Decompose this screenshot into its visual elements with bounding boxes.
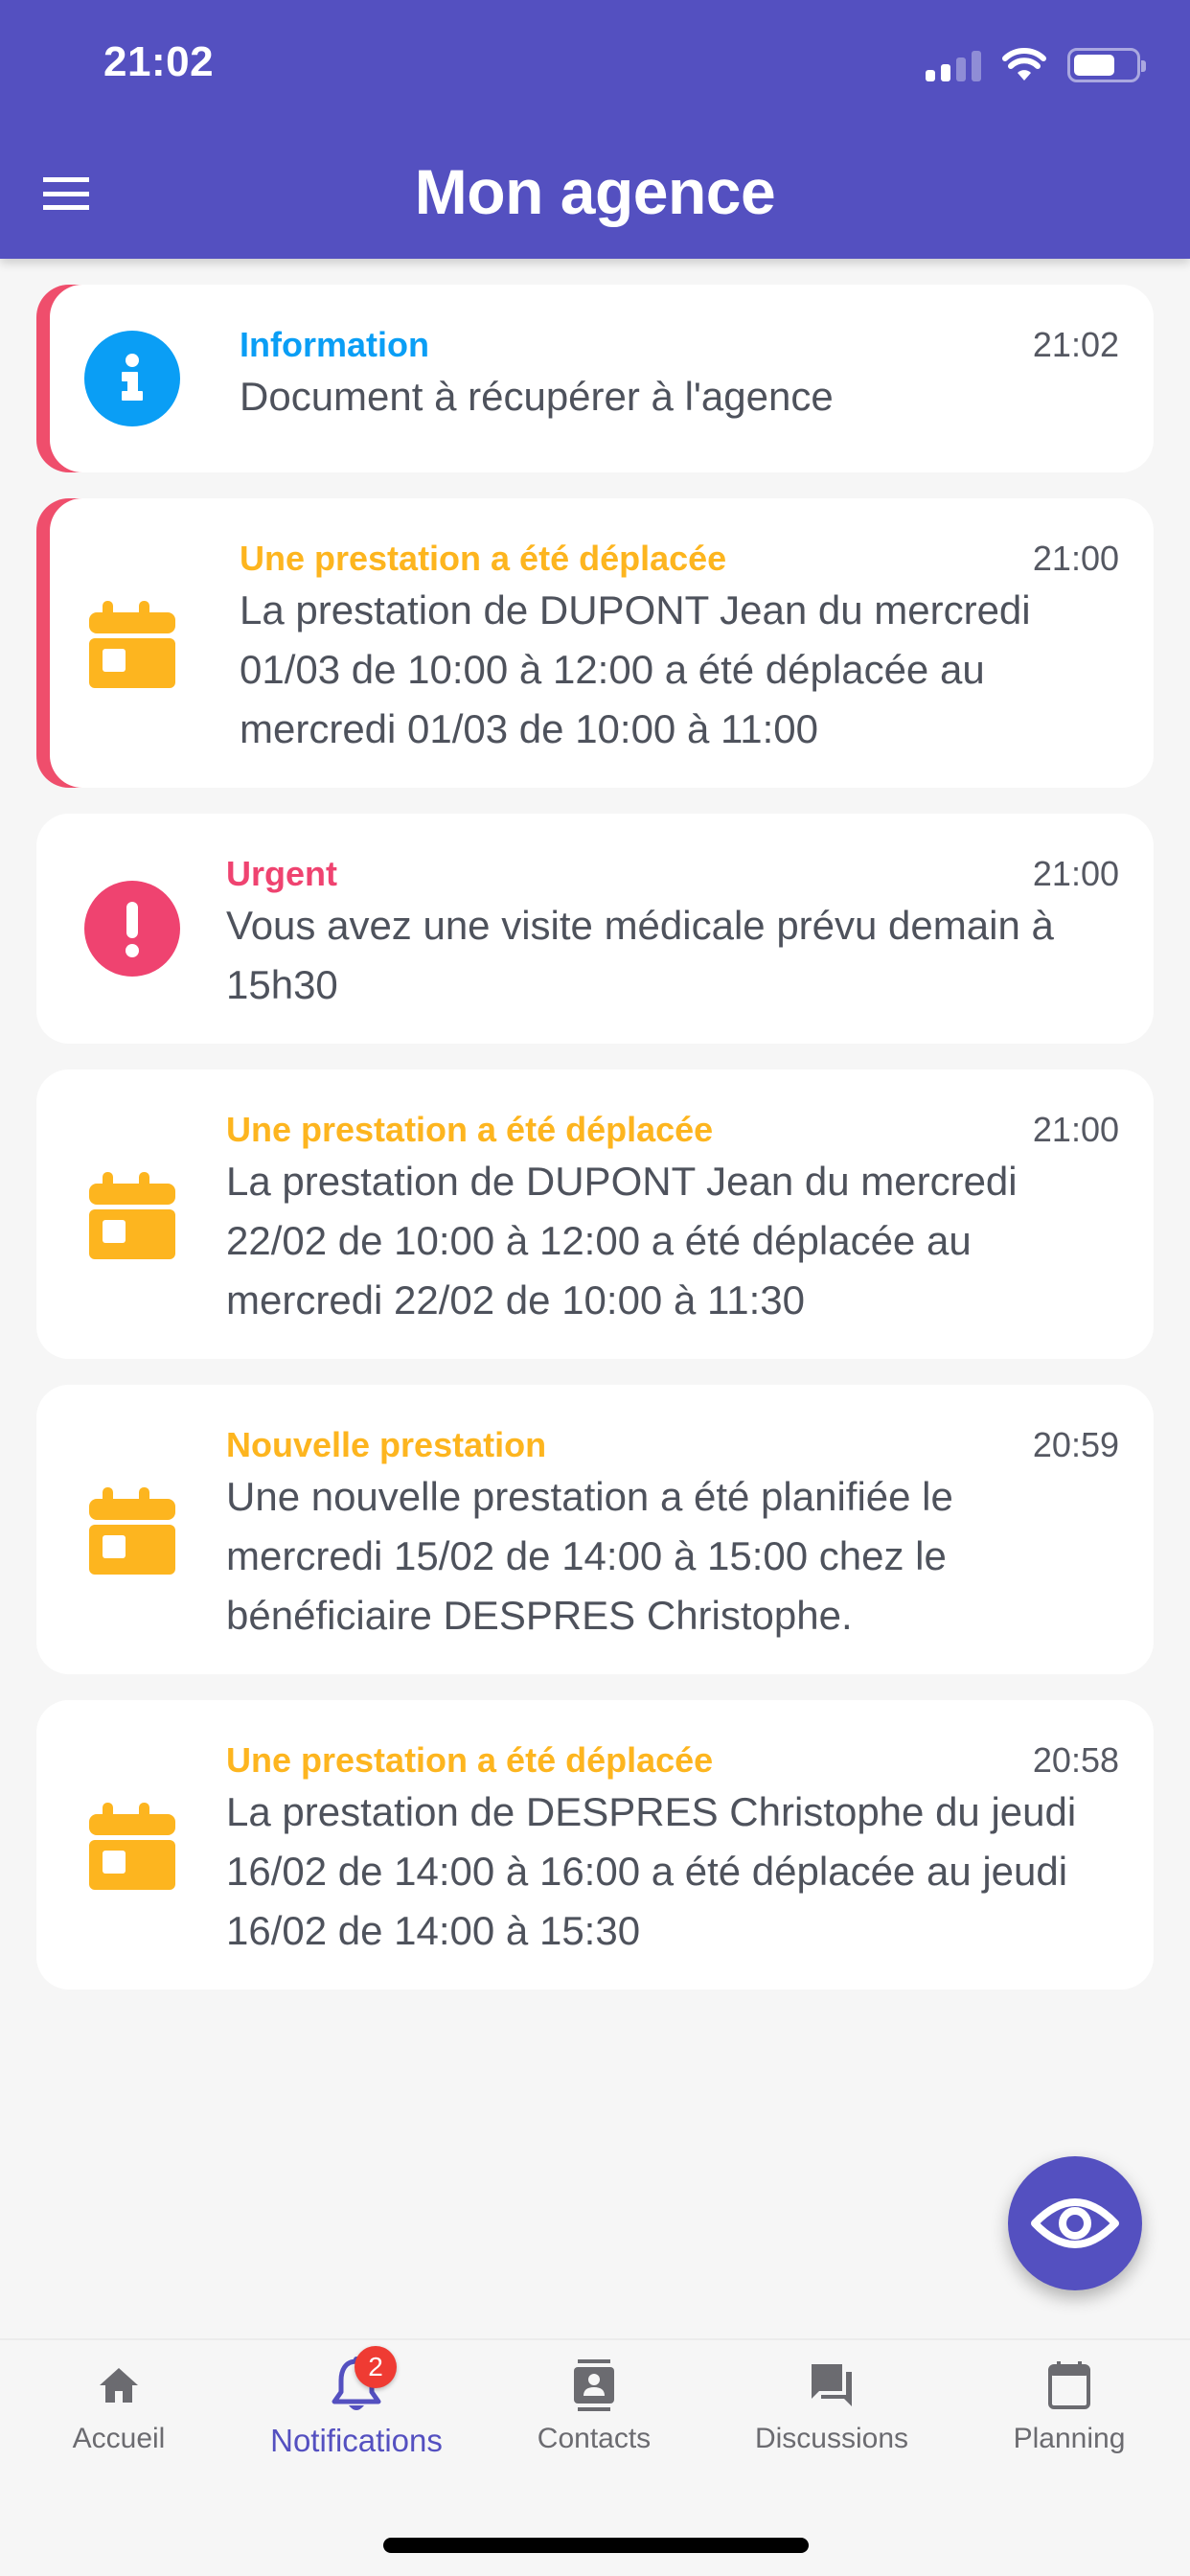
notification-list: Information 21:02 Document à récupérer à…: [36, 285, 1154, 2015]
calendar-icon: [84, 1482, 180, 1577]
notification-title: Une prestation a été déplacée: [226, 1110, 714, 1149]
notification-time: 21:00: [1032, 1110, 1119, 1149]
notification-body: La prestation de DUPONT Jean du mercredi…: [226, 1159, 1018, 1322]
signal-icon: [926, 49, 981, 81]
nav-item-discussions[interactable]: Discussions: [713, 2354, 950, 2469]
nav-item-planning[interactable]: Planning: [950, 2354, 1188, 2469]
app-header: 21:02 Mon agence: [0, 0, 1190, 259]
info-icon: [84, 331, 180, 426]
notification-body: Une nouvelle prestation a été planifiée …: [226, 1474, 953, 1638]
notification-body: La prestation de DESPRES Christophe du j…: [226, 1789, 1077, 1953]
notification-card[interactable]: Une prestation a été déplacée 21:00 La p…: [50, 498, 1154, 788]
home-icon: [98, 2354, 140, 2417]
calendar-icon: [84, 1797, 180, 1893]
alert-icon: [84, 881, 180, 977]
notification-body: Document à récupérer à l'agence: [240, 374, 834, 419]
status-time: 21:02: [103, 38, 215, 85]
nav-item-contacts[interactable]: Contacts: [475, 2354, 713, 2469]
notification-body: Vous avez une visite médicale prévu dema…: [226, 903, 1054, 1007]
status-icons: [926, 46, 1146, 84]
notification-body: La prestation de DUPONT Jean du mercredi…: [240, 587, 1031, 751]
bell-icon: 2: [330, 2346, 397, 2417]
notification-card[interactable]: Information 21:02 Document à récupérer à…: [50, 285, 1154, 472]
notification-title: Information: [240, 325, 429, 364]
nav-item-accueil[interactable]: Accueil: [0, 2354, 238, 2469]
calendar-icon: [84, 1166, 180, 1262]
notification-title: Une prestation a été déplacée: [240, 539, 727, 578]
calendar-icon: [84, 595, 180, 691]
notification-count-badge: 2: [355, 2346, 397, 2388]
battery-icon: [1067, 48, 1146, 82]
notification-time: 21:00: [1032, 539, 1119, 578]
eye-icon: [1031, 2198, 1119, 2248]
notification-title: Urgent: [226, 854, 337, 893]
notification-title: Nouvelle prestation: [226, 1425, 547, 1464]
page-title: Mon agence: [414, 156, 776, 227]
contact-card-icon: [574, 2354, 614, 2417]
notification-time: 21:00: [1032, 854, 1119, 893]
notification-time: 21:02: [1032, 325, 1119, 364]
notification-title: Une prestation a été déplacée: [226, 1740, 714, 1780]
notification-card[interactable]: Nouvelle prestation 20:59 Une nouvelle p…: [36, 1385, 1154, 1674]
nav-label: Planning: [1013, 2423, 1126, 2454]
notification-card[interactable]: Urgent 21:00 Vous avez une visite médica…: [36, 814, 1154, 1044]
notification-card[interactable]: Une prestation a été déplacée 21:00 La p…: [36, 1070, 1154, 1359]
notification-time: 20:58: [1032, 1740, 1119, 1780]
notification-time: 20:59: [1032, 1425, 1119, 1464]
nav-label: Discussions: [754, 2423, 909, 2454]
chat-bubbles-icon: [810, 2354, 854, 2417]
nav-item-notifications[interactable]: 2 Notifications: [238, 2346, 475, 2469]
nav-label: Accueil: [72, 2423, 166, 2454]
notification-card[interactable]: Une prestation a été déplacée 20:58 La p…: [36, 1700, 1154, 1990]
home-indicator: [383, 2538, 809, 2553]
mark-read-fab[interactable]: [1008, 2156, 1142, 2290]
wifi-icon: [1002, 48, 1046, 80]
nav-label: Notifications: [270, 2423, 443, 2458]
calendar-outline-icon: [1048, 2354, 1090, 2417]
nav-label: Contacts: [537, 2423, 652, 2454]
